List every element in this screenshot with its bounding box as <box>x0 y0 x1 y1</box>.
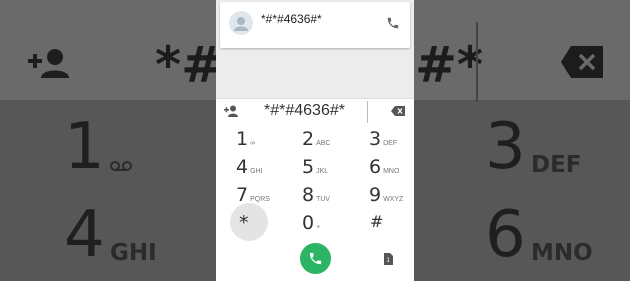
key-digit: 9 <box>369 184 382 206</box>
key-7[interactable]: 7 PQRS <box>236 184 270 206</box>
add-contact-icon[interactable] <box>224 105 238 117</box>
background-key-3-letters: DEF <box>531 152 582 178</box>
dialed-number-field[interactable]: *#*#4636#* <box>264 102 345 120</box>
phone-icon[interactable] <box>386 16 400 30</box>
key-5[interactable]: 5 JKL <box>302 156 328 178</box>
key-digit: 5 <box>302 156 315 178</box>
key-digit: 1 <box>236 128 249 150</box>
key-letters: MNO <box>383 168 400 175</box>
background-key-6-letters: MNO <box>531 240 593 266</box>
dial-entry-bar: *#*#4636#* <box>216 98 414 125</box>
svg-text:1: 1 <box>386 257 390 264</box>
key-digit: 0 <box>302 212 315 234</box>
key-1[interactable]: 1 ∞ <box>236 128 255 150</box>
background-key-4: 4 <box>64 198 105 272</box>
background-backspace-icon <box>561 46 603 78</box>
phone-icon <box>309 252 322 265</box>
background-dialed-left: *# <box>155 36 224 94</box>
key-0[interactable]: 0 + <box>302 212 320 234</box>
avatar <box>229 11 253 35</box>
key-letters: + <box>316 224 321 231</box>
key-digit: 4 <box>236 156 249 178</box>
key-letters: JKL <box>316 168 329 175</box>
backspace-icon[interactable] <box>391 106 405 116</box>
key-digit: 2 <box>302 128 315 150</box>
key-9[interactable]: 9 WXYZ <box>369 184 403 206</box>
key-hash[interactable]: # <box>370 212 385 232</box>
call-button[interactable] <box>300 243 331 274</box>
key-digit: 7 <box>236 184 249 206</box>
key-letters: PQRS <box>250 196 270 203</box>
key-star[interactable]: * <box>239 212 251 234</box>
key-2[interactable]: 2 ABC <box>302 128 331 150</box>
key-letters: DEF <box>383 140 398 147</box>
suggestion-number: *#*#4636#* <box>261 12 322 26</box>
person-icon <box>234 17 248 31</box>
background-key-6: 6 <box>485 198 526 272</box>
key-letters: TUV <box>316 196 331 203</box>
background-dialed-right: #* <box>415 36 484 94</box>
key-letters: GHI <box>250 168 263 175</box>
key-digit: 8 <box>302 184 315 206</box>
background-key-1: 1 <box>64 110 105 184</box>
key-8[interactable]: 8 TUV <box>302 184 330 206</box>
key-6[interactable]: 6 MNO <box>369 156 399 178</box>
key-letters: ABC <box>316 140 331 147</box>
background-voicemail-icon <box>110 161 132 171</box>
key-digit: 6 <box>369 156 382 178</box>
background-add-contact-icon <box>28 49 69 78</box>
key-digit: 3 <box>369 128 382 150</box>
sim-icon[interactable]: 1 <box>382 253 394 265</box>
background-key-3: 3 <box>485 110 526 184</box>
key-letters: ∞ <box>250 140 256 147</box>
key-4[interactable]: 4 GHI <box>236 156 263 178</box>
background-cursor <box>476 22 478 102</box>
key-digit: * <box>239 212 249 234</box>
key-3[interactable]: 3 DEF <box>369 128 397 150</box>
text-cursor <box>367 101 368 123</box>
dialer-window: *#*#4636#* *#*#4636#* 1 ∞ 2 ABC 3 DEF 4 … <box>216 0 414 281</box>
key-digit: # <box>370 212 384 231</box>
background-key-4-letters: GHI <box>110 240 157 266</box>
contact-suggestion-card[interactable]: *#*#4636#* <box>220 2 410 48</box>
key-letters: WXYZ <box>383 196 404 203</box>
